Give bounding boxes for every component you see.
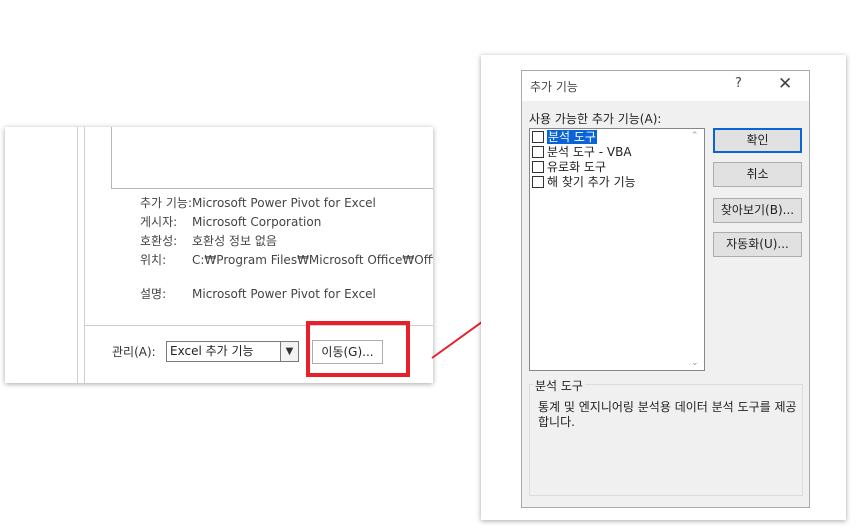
checkbox[interactable] [532, 176, 544, 188]
chevron-down-icon[interactable]: ▼ [280, 342, 298, 361]
help-icon[interactable]: ? [735, 76, 742, 91]
available-addins-list[interactable]: 분석 도구 분석 도구 - VBA 유로화 도구 해 찾기 추가 기능 ⌃ ⌄ [529, 128, 705, 371]
addin-item-solver[interactable]: 해 찾기 추가 기능 [532, 175, 636, 190]
info-value: Microsoft Power Pivot for Excel [192, 287, 376, 301]
description-title: 분석 도구 [533, 377, 585, 394]
checkbox[interactable] [532, 161, 544, 173]
info-value: C:₩Program Files₩Microsoft Office₩Office… [192, 253, 433, 267]
addin-item-label: 분석 도구 [547, 130, 597, 144]
chevron-up-icon[interactable]: ⌃ [691, 131, 699, 141]
automation-button[interactable]: 자동화(U)... [713, 232, 802, 257]
addin-item-label: 해 찾기 추가 기능 [547, 175, 636, 189]
info-label: 추가 기능: [140, 196, 193, 210]
addin-options-panel: 추가 기능: Microsoft Power Pivot for Excel 게… [5, 127, 433, 383]
checkbox[interactable] [532, 131, 544, 143]
manage-select-value: Excel 추가 기능 [170, 344, 254, 358]
info-row-addin: 추가 기능: Microsoft Power Pivot for Excel [140, 194, 433, 213]
options-sidebar [5, 127, 78, 383]
panel-divider [84, 127, 85, 383]
info-label: 게시자: [140, 215, 178, 229]
list-scrollbar[interactable]: ⌃ ⌄ [687, 129, 704, 370]
info-row-location: 위치: C:₩Program Files₩Microsoft Office₩Of… [140, 251, 433, 270]
dialog-titlebar: 추가 기능 ? ✕ [522, 71, 809, 101]
info-label: 위치: [140, 253, 167, 267]
addin-list-box[interactable] [111, 127, 433, 189]
addin-item-label: 분석 도구 - VBA [547, 145, 632, 159]
info-label: 호환성: [140, 234, 178, 248]
description-text: 통계 및 엔지니어링 분석용 데이터 분석 도구를 제공합니다. [538, 400, 797, 429]
info-value: Microsoft Corporation [192, 215, 322, 229]
addin-item-analysis-toolpak[interactable]: 분석 도구 [532, 130, 597, 145]
description-group: 분석 도구 통계 및 엔지니어링 분석용 데이터 분석 도구를 제공합니다. [529, 377, 803, 496]
addins-dialog: 추가 기능 ? ✕ 사용 가능한 추가 기능(A): 분석 도구 분석 도구 -… [521, 70, 810, 508]
info-value: Microsoft Power Pivot for Excel [192, 196, 376, 210]
addin-item-analysis-toolpak-vba[interactable]: 분석 도구 - VBA [532, 145, 632, 160]
available-addins-label: 사용 가능한 추가 기능(A): [529, 112, 662, 126]
chevron-down-icon[interactable]: ⌄ [691, 358, 699, 368]
dialog-title: 추가 기능 [530, 80, 578, 94]
ok-button[interactable]: 확인 [713, 128, 802, 153]
panel-separator [85, 325, 433, 326]
addin-item-euro-tools[interactable]: 유로화 도구 [532, 160, 606, 175]
go-button[interactable]: 이동(G)... [312, 340, 383, 364]
addin-item-label: 유로화 도구 [547, 160, 607, 174]
close-icon[interactable]: ✕ [778, 74, 792, 94]
cancel-button[interactable]: 취소 [713, 162, 802, 187]
checkbox[interactable] [532, 146, 544, 158]
info-row-description: 설명: Microsoft Power Pivot for Excel [140, 285, 433, 304]
info-label: 설명: [140, 287, 167, 301]
manage-select[interactable]: Excel 추가 기능 ▼ [166, 341, 299, 362]
browse-button[interactable]: 찾아보기(B)... [713, 198, 802, 223]
info-value: 호환성 정보 없음 [192, 234, 277, 248]
info-row-publisher: 게시자: Microsoft Corporation [140, 213, 433, 232]
info-row-compatibility: 호환성: 호환성 정보 없음 [140, 232, 433, 251]
manage-label: 관리(A): [112, 345, 156, 359]
addin-info-table: 추가 기능: Microsoft Power Pivot for Excel 게… [140, 194, 433, 304]
